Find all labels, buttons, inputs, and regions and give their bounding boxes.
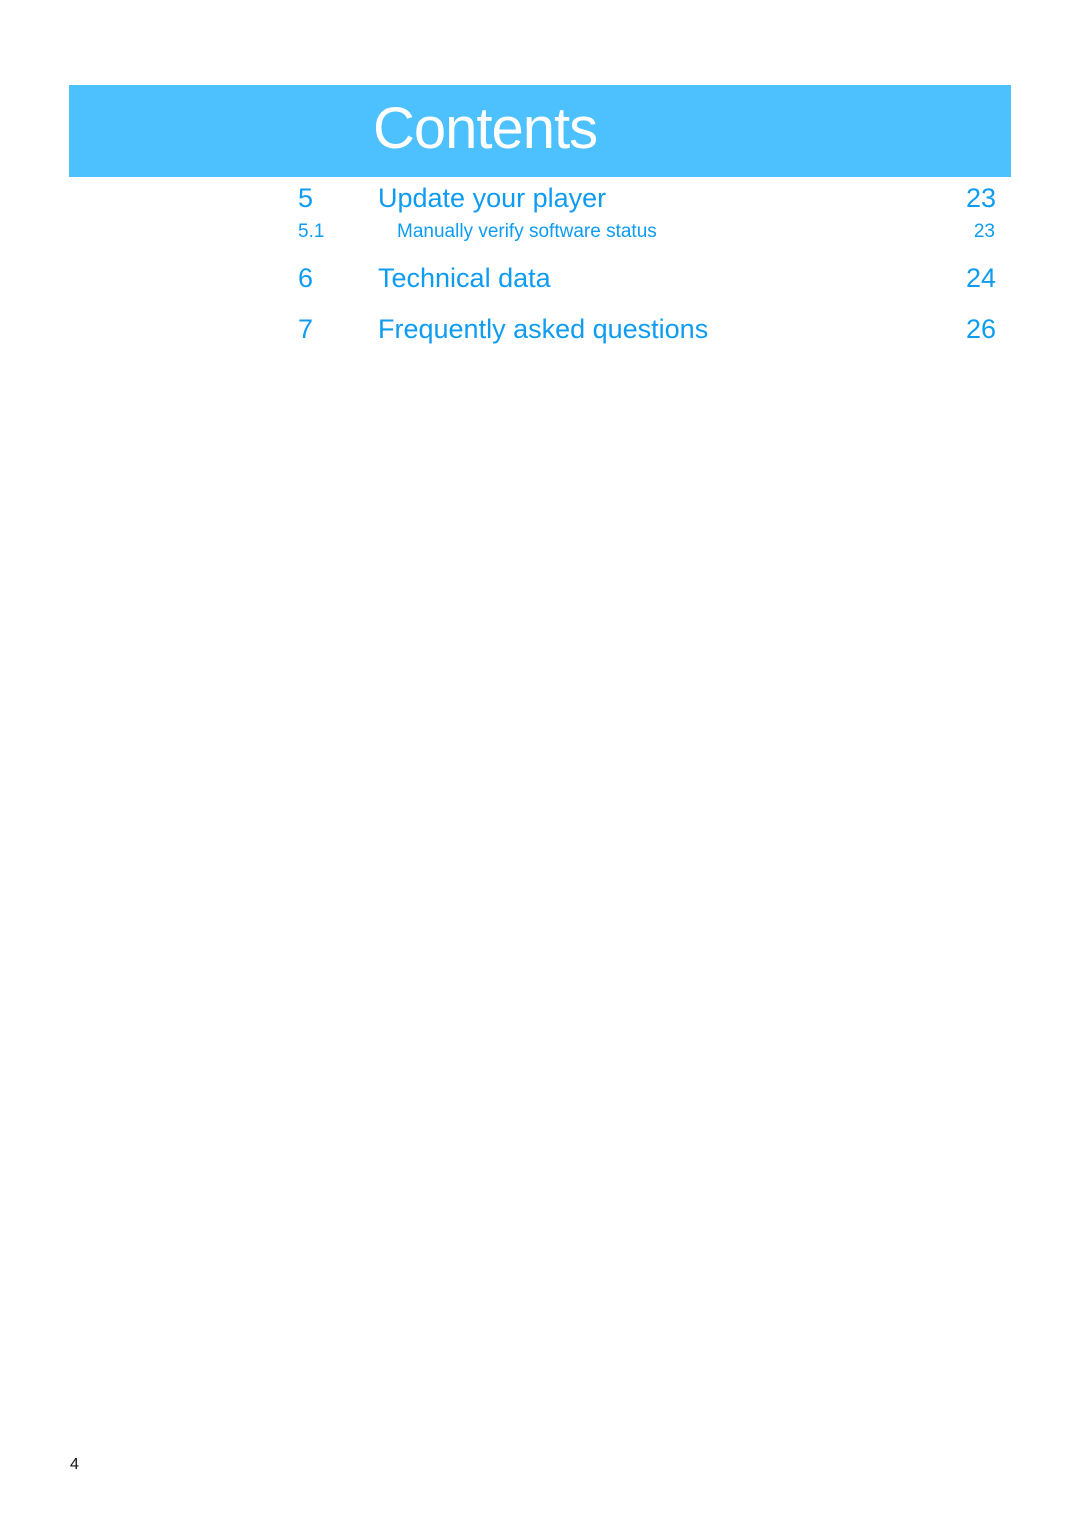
contents-header-bar: Contents — [69, 85, 1011, 177]
page-title: Contents — [373, 96, 598, 161]
toc-entry-label[interactable]: Manually verify software status — [397, 221, 657, 243]
toc-entry-page: 23 — [973, 221, 995, 242]
toc-entry-page: 26 — [965, 314, 996, 344]
toc-entry-number: 7 — [298, 314, 314, 344]
toc-entry-number: 5 — [298, 183, 314, 213]
page-number: 4 — [70, 1456, 79, 1473]
toc-entry-page: 24 — [965, 263, 996, 293]
toc-entry-number: 6 — [298, 263, 314, 293]
toc-entry[interactable]: 5 Update your player 23 — [0, 183, 1080, 217]
toc-subentry[interactable]: 5.1 Manually verify software status 23 — [0, 221, 1080, 247]
toc-entry[interactable]: 6 Technical data 24 — [0, 263, 1080, 297]
toc-entry-number: 5.1 — [298, 221, 325, 242]
toc-entry-label[interactable]: Update your player — [378, 183, 606, 214]
toc-entry-page: 23 — [965, 183, 996, 213]
toc-entry-label[interactable]: Frequently asked questions — [378, 314, 708, 345]
toc-entry-label[interactable]: Technical data — [378, 263, 551, 294]
toc-entry[interactable]: 7 Frequently asked questions 26 — [0, 314, 1080, 348]
